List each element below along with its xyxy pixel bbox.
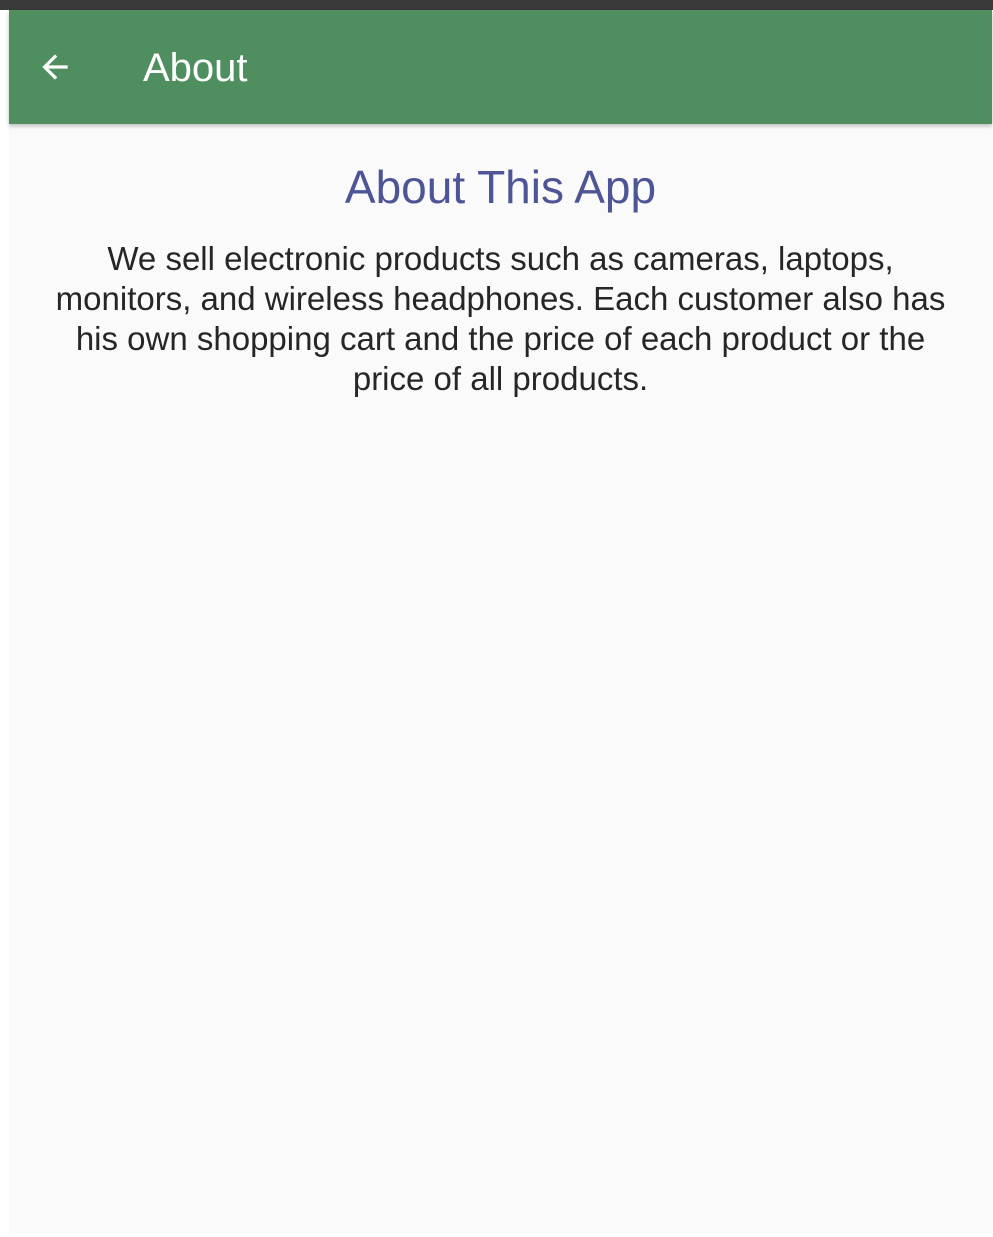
about-content: About This App We sell electronic produc…	[9, 124, 992, 399]
status-bar-edge	[0, 0, 993, 10]
page-title: About This App	[344, 161, 657, 213]
screen: About About This App We sell electronic …	[0, 0, 993, 1237]
app-frame: About About This App We sell electronic …	[9, 10, 992, 1234]
app-bar: About	[9, 10, 992, 124]
app-bar-title: About	[143, 46, 248, 90]
back-button[interactable]	[23, 35, 87, 99]
about-description: We sell electronic products such as came…	[55, 240, 946, 398]
arrow-left-icon	[36, 48, 74, 86]
